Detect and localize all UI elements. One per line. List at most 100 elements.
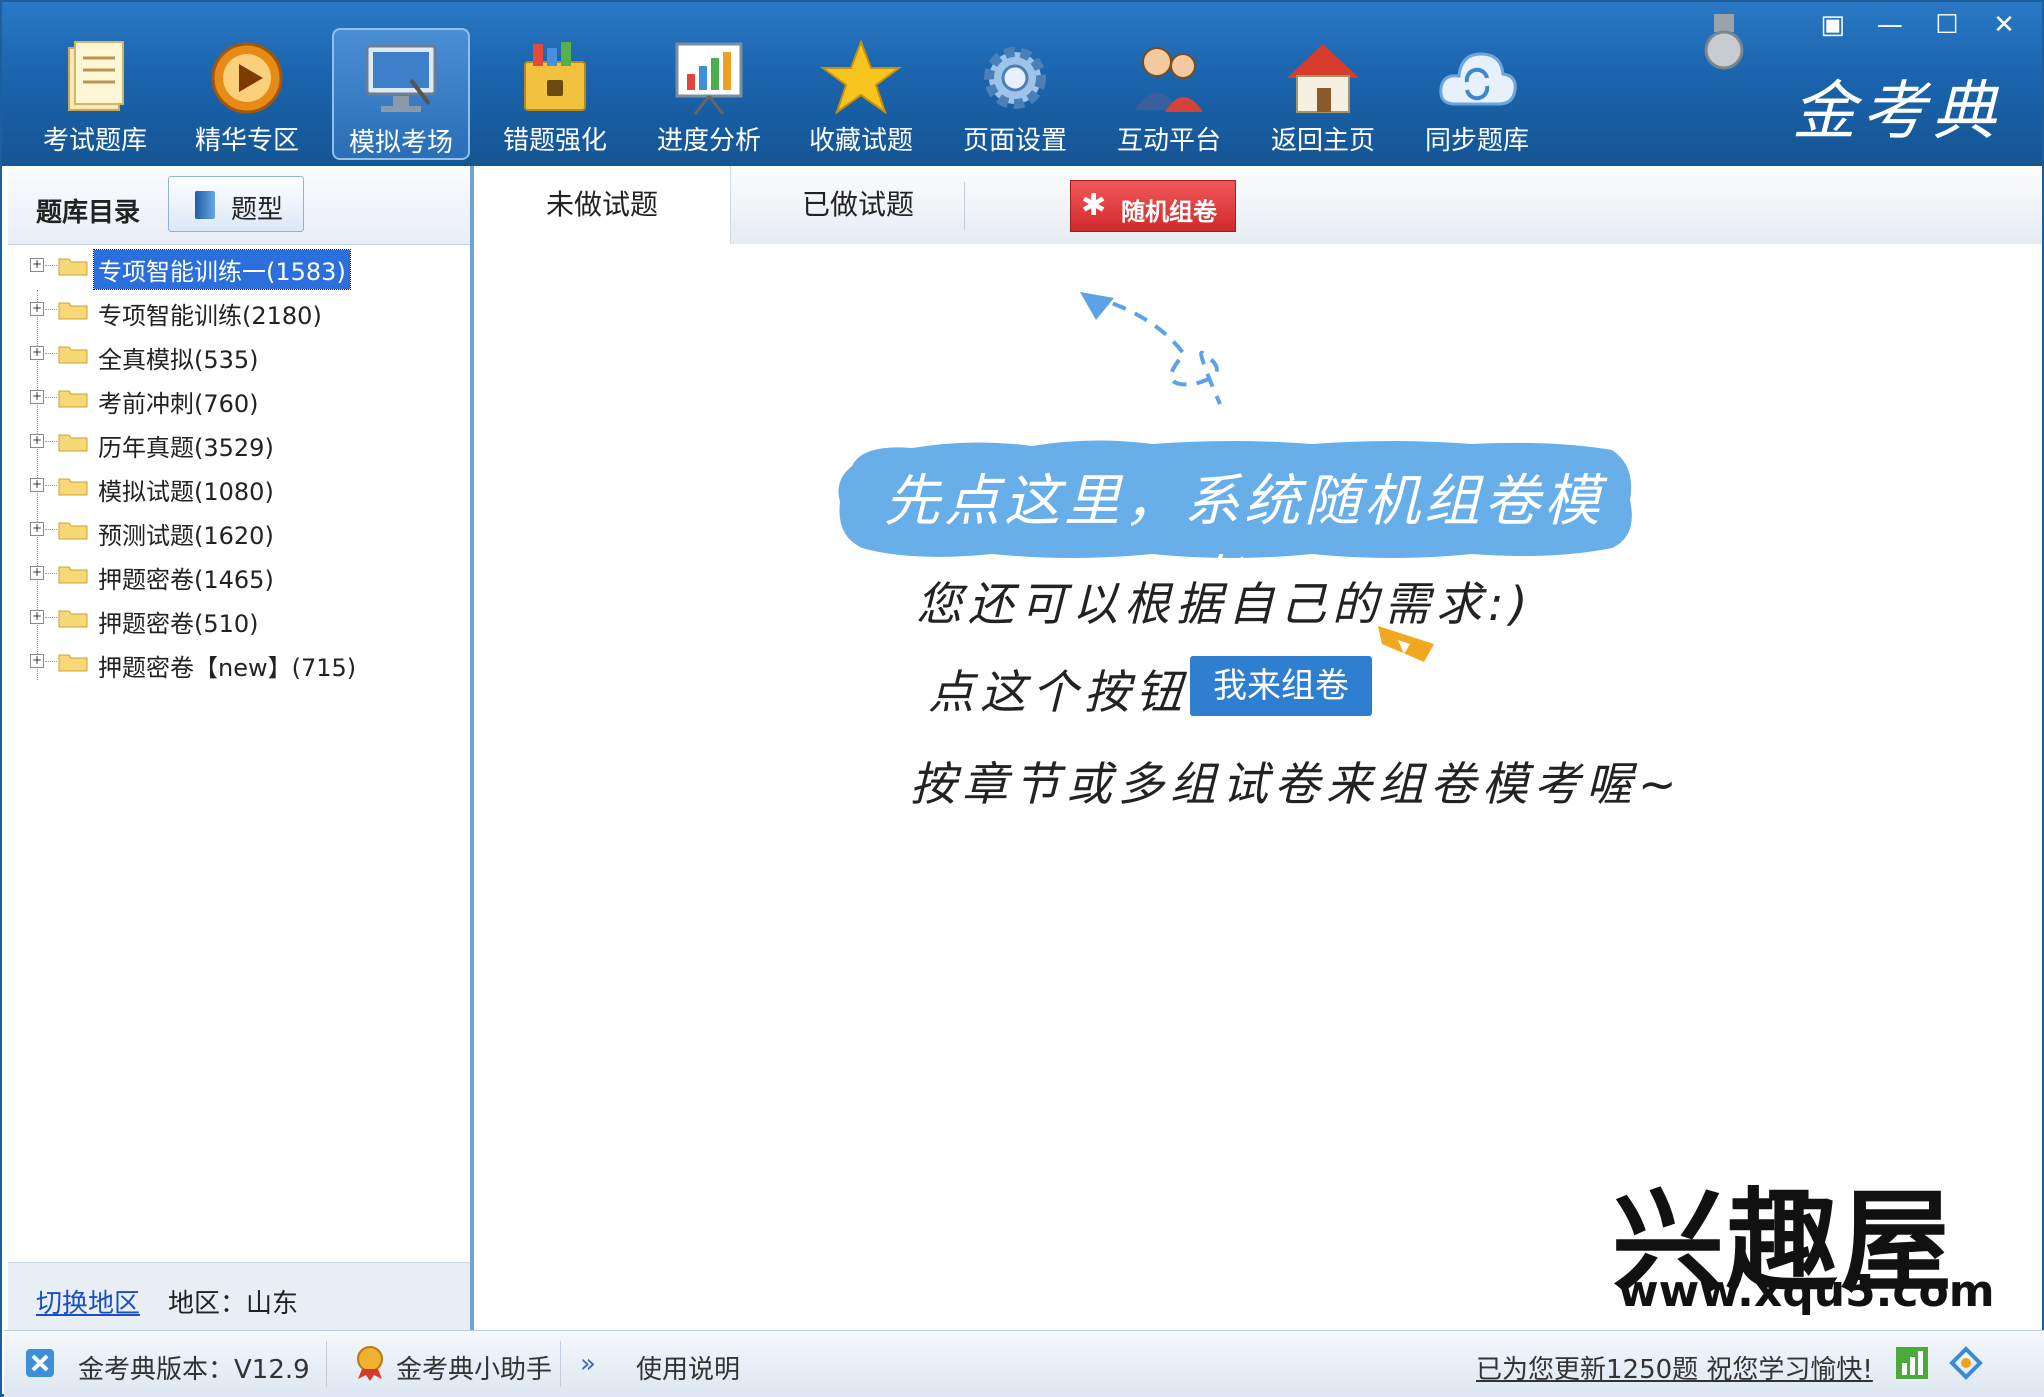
expand-icon[interactable]: +: [30, 390, 44, 404]
tree-node[interactable]: + 专项智能训练(2180): [22, 290, 462, 330]
toolbar-label: 互动平台: [1116, 126, 1221, 156]
restore-button[interactable]: ▣: [1807, 8, 1859, 42]
toolbar-label: 收藏试题: [808, 126, 913, 156]
expand-icon[interactable]: +: [30, 434, 44, 448]
stats-icon[interactable]: [1894, 1345, 1930, 1381]
hint-line-2: 点这个按钮: [928, 665, 1188, 719]
manual-link[interactable]: 使用说明: [636, 1349, 740, 1386]
tree-node-label: 押题密卷(510): [98, 610, 259, 638]
cloud-sync-icon: [1439, 52, 1517, 106]
app-icon: [26, 1349, 54, 1377]
toolbar-label: 错题强化: [502, 126, 607, 156]
folder-icon: [58, 654, 88, 672]
update-notice-link[interactable]: 已为您更新1250题 祝您学习愉快!: [1476, 1349, 1873, 1386]
catalog-title: 题库目录: [36, 198, 141, 228]
catalog-pane: 题库目录 题型 + 专项智能训练一(1583) + 专项智能训练(2180) + 全真…: [8, 166, 474, 1331]
gear-icon: [984, 47, 1046, 109]
toolbar-mock-exam[interactable]: 模拟考场: [332, 28, 470, 160]
tree-node[interactable]: + 模拟试题(1080): [22, 466, 462, 506]
book-icon: [195, 191, 215, 219]
gear-icon: ✱: [1081, 188, 1107, 223]
switch-region-link[interactable]: 切换地区: [36, 1283, 140, 1320]
toolbar-home[interactable]: 返回主页: [1254, 28, 1392, 160]
version-label: 金考典版本：V12.9: [78, 1355, 310, 1385]
expand-icon[interactable]: +: [30, 522, 44, 536]
question-bank-icon: [68, 41, 124, 111]
watermark-url: www.xqu5.com: [1618, 1266, 1995, 1317]
toolbar-question-bank[interactable]: 考试题库: [26, 28, 164, 160]
tree-node-label: 专项智能训练一(1583): [93, 249, 351, 290]
expand-icon[interactable]: +: [30, 302, 44, 316]
catalog-header: 题库目录 题型: [8, 166, 470, 245]
folder-icon: [58, 610, 88, 628]
toolbar-sync-bank[interactable]: 同步题库: [1408, 28, 1546, 160]
expand-icon[interactable]: +: [30, 478, 44, 492]
tree-node[interactable]: + 预测试题(1620): [22, 510, 462, 550]
toolbar-label: 考试题库: [42, 126, 147, 156]
toolbar-label: 模拟考场: [348, 128, 453, 158]
status-divider: [326, 1341, 327, 1387]
star-icon: [819, 39, 903, 115]
toolbar-essence-zone[interactable]: 精华专区: [178, 28, 316, 160]
region-bar: 切换地区 地区：山东: [8, 1262, 470, 1331]
expand-icon[interactable]: +: [30, 610, 44, 624]
toolbar-progress-analysis[interactable]: 进度分析: [640, 28, 778, 160]
pencil-decoration-icon: [1378, 626, 1434, 662]
assistant-icon: [357, 1346, 383, 1381]
minimize-button[interactable]: —: [1864, 8, 1916, 42]
window-controls: ▣ — ☐ ✕: [1807, 8, 2030, 42]
tree-node[interactable]: + 全真模拟(535): [22, 334, 462, 374]
tree-node-label: 模拟试题(1080): [98, 478, 274, 506]
region-label: 地区：山东: [168, 1289, 299, 1319]
toolbar-page-settings[interactable]: 页面设置: [946, 28, 1084, 160]
expand-icon[interactable]: +: [30, 566, 44, 580]
tab-undone[interactable]: 未做试题: [474, 166, 731, 246]
hint-line-3: 按章节或多组试卷来组卷模考喔~: [910, 757, 1683, 811]
tree-node-label: 历年真题(3529): [98, 434, 274, 462]
question-tabs: 未做试题 已做试题 ✱ 随机组卷: [474, 166, 2042, 246]
tree-node[interactable]: + 考前冲刺(760): [22, 378, 462, 418]
sync-icon[interactable]: [1948, 1345, 1984, 1381]
tree-node-label: 考前冲刺(760): [98, 390, 259, 418]
folder-icon: [58, 390, 88, 408]
folder-icon: [58, 302, 88, 320]
status-divider: [560, 1341, 561, 1387]
lock-folder-icon: [524, 42, 586, 111]
chart-board-icon: [675, 42, 743, 115]
dashed-arrow-icon: [1080, 292, 1222, 405]
expand-chevron-icon[interactable]: »: [580, 1349, 596, 1379]
tree-node[interactable]: + 专项智能训练一(1583): [22, 246, 462, 290]
tree-node-label: 押题密卷(1465): [98, 566, 274, 594]
main-toolbar: 考试题库 精华专区 模拟考场 错题强化 进度分析 收藏试题 页面设置 互动平台: [2, 2, 2042, 166]
play-icon: [211, 42, 283, 114]
maximize-button[interactable]: ☐: [1921, 8, 1973, 42]
brand-logo: 金考典: [1792, 75, 2002, 149]
users-icon: [1135, 47, 1203, 112]
tree-node-label: 专项智能训练(2180): [98, 302, 322, 330]
content-area: 先点这里，系统随机组卷模考！ 您还可以根据自己的需求:) 点这个按钮 我来组卷 …: [474, 244, 2042, 1330]
tree-node[interactable]: + 押题密卷(510): [22, 598, 462, 638]
random-paper-button[interactable]: ✱ 随机组卷: [1070, 180, 1236, 232]
toolbar-interactive-platform[interactable]: 互动平台: [1100, 28, 1238, 160]
home-icon: [1287, 44, 1359, 113]
expand-icon[interactable]: +: [30, 258, 44, 272]
tree-node[interactable]: + 历年真题(3529): [22, 422, 462, 462]
folder-icon: [58, 434, 88, 452]
close-button[interactable]: ✕: [1978, 8, 2030, 42]
toolbar-wrong-questions[interactable]: 错题强化: [486, 28, 624, 160]
toolbar-label: 页面设置: [962, 126, 1067, 156]
monitor-icon: [365, 44, 437, 112]
tree-node[interactable]: + 押题密卷(1465): [22, 554, 462, 594]
tree-node[interactable]: + 押题密卷【new】(715): [22, 642, 462, 682]
tab-divider: [964, 182, 965, 230]
custom-paper-button[interactable]: 我来组卷: [1190, 656, 1372, 716]
expand-icon[interactable]: +: [30, 654, 44, 668]
folder-icon: [58, 258, 88, 276]
tab-done[interactable]: 已做试题: [730, 166, 986, 244]
expand-icon[interactable]: +: [30, 346, 44, 360]
question-type-button[interactable]: 题型: [168, 176, 304, 232]
assistant-link[interactable]: 金考典小助手: [396, 1349, 552, 1386]
app-window: 考试题库 精华专区 模拟考场 错题强化 进度分析 收藏试题 页面设置 互动平台: [0, 0, 2044, 1397]
medal-icon: [1704, 14, 1744, 70]
toolbar-favorites[interactable]: 收藏试题: [792, 28, 930, 160]
